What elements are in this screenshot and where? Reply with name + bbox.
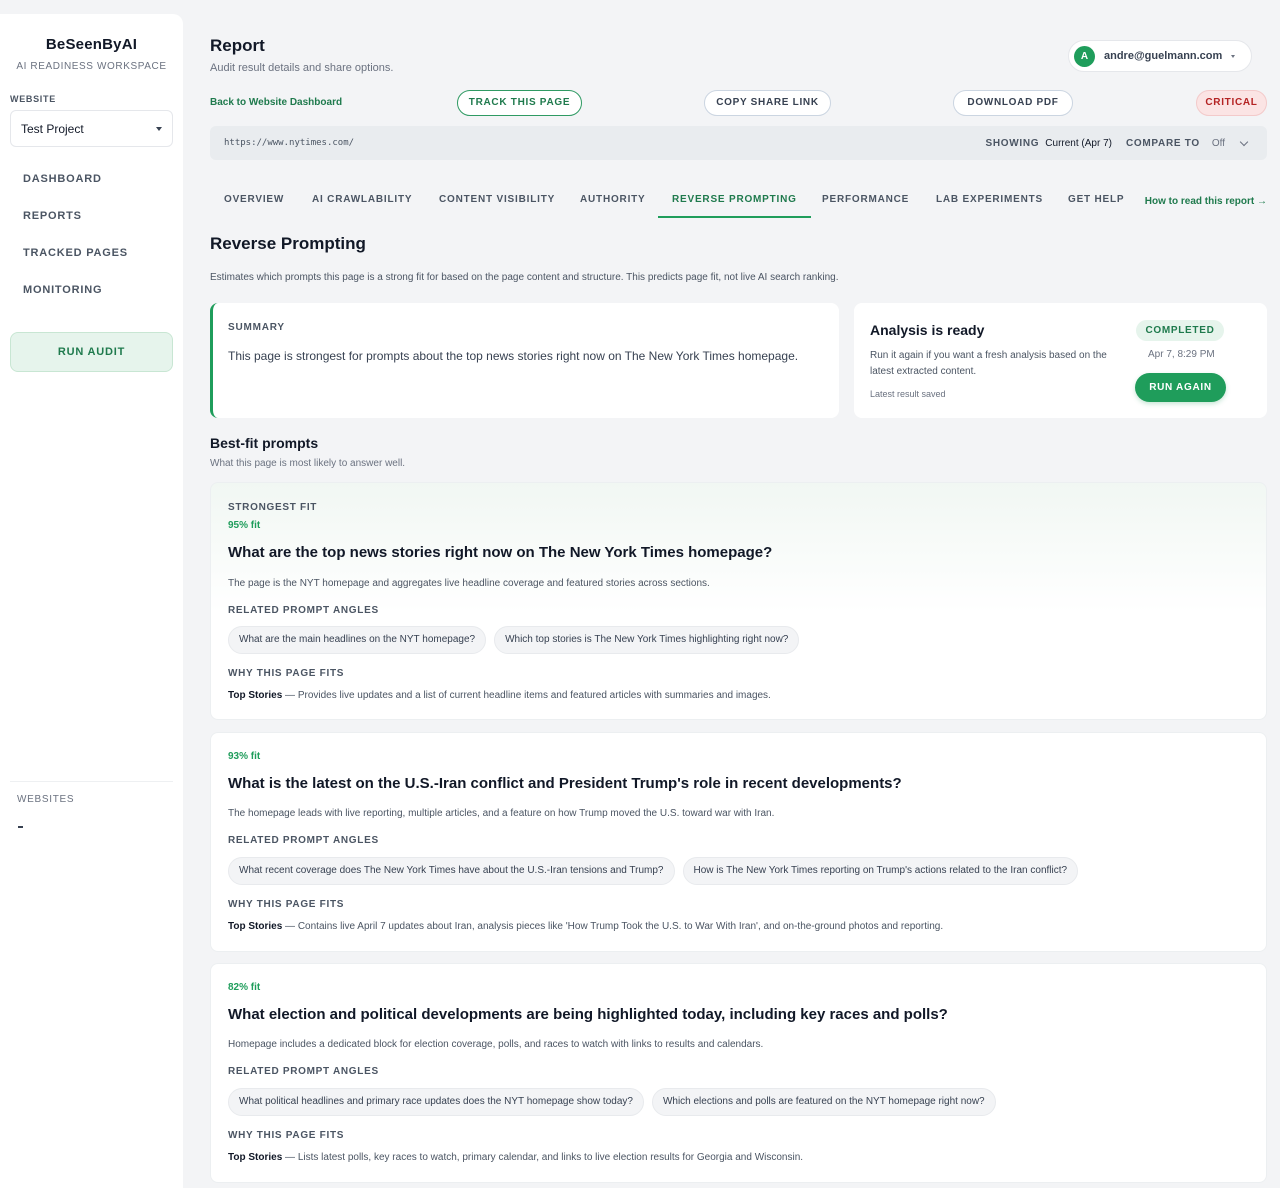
why-reason: — Contains live April 7 updates about Ir… bbox=[282, 921, 944, 932]
why-fits-label: WHY THIS PAGE FITS bbox=[228, 668, 345, 679]
why-fits-text: Top Stories — Lists latest polls, key ra… bbox=[228, 1152, 803, 1163]
summary-text: This page is strongest for prompts about… bbox=[228, 349, 799, 363]
websites-label: WEBSITES bbox=[17, 794, 75, 805]
chevron-down-icon bbox=[1239, 137, 1249, 146]
project-select-value: Test Project bbox=[21, 121, 84, 136]
prompt-description: The homepage leads with live reporting, … bbox=[228, 808, 775, 819]
prompt-card: 93% fit What is the latest on the U.S.-I… bbox=[210, 732, 1267, 952]
tab-authority[interactable]: AUTHORITY bbox=[566, 186, 660, 218]
chevron-down-icon bbox=[1231, 54, 1236, 58]
version-controls: SHOWING Current (Apr 7) COMPARE TO Off bbox=[985, 137, 1254, 149]
prompt-description: The page is the NYT homepage and aggrega… bbox=[228, 578, 710, 589]
prompt-card: 82% fit What election and political deve… bbox=[210, 963, 1267, 1183]
sidebar-item-tracked-pages[interactable]: TRACKED PAGES bbox=[0, 235, 183, 272]
run-again-button[interactable]: RUN AGAIN bbox=[1135, 373, 1226, 402]
websites-list-indicator bbox=[18, 826, 23, 828]
why-reason: — Lists latest polls, key races to watch… bbox=[282, 1152, 804, 1163]
section-description: Estimates which prompts this page is a s… bbox=[210, 272, 839, 283]
section-title: Reverse Prompting bbox=[210, 234, 366, 253]
tab-lab-experiments[interactable]: LAB EXPERIMENTS bbox=[922, 186, 1057, 218]
fit-score: 82% fit bbox=[228, 982, 261, 993]
status-body: Run it again if you want a fresh analysi… bbox=[870, 350, 1107, 377]
fit-score: 95% fit bbox=[228, 520, 261, 531]
tab-ai-crawlability[interactable]: AI CRAWLABILITY bbox=[298, 186, 426, 218]
tab-content-visibility[interactable]: CONTENT VISIBILITY bbox=[425, 186, 569, 218]
compare-select-value: Off bbox=[1211, 137, 1225, 149]
tab-performance[interactable]: PERFORMANCE bbox=[808, 186, 923, 218]
run-audit-button[interactable]: RUN AUDIT bbox=[10, 332, 173, 372]
prompt-angle-chip[interactable]: How is The New York Times reporting on T… bbox=[682, 857, 1079, 885]
status-badge: CRITICAL bbox=[1196, 90, 1267, 116]
status-title: Analysis is ready bbox=[870, 322, 985, 338]
prompt-question: What is the latest on the U.S.-Iran conf… bbox=[228, 775, 902, 792]
why-section-name: Top Stories bbox=[228, 1152, 283, 1163]
sidebar: BeSeenByAI AI READINESS WORKSPACE WEBSIT… bbox=[0, 14, 183, 1188]
best-fit-title: Best-fit prompts bbox=[210, 435, 319, 451]
status-timestamp: Apr 7, 8:29 PM bbox=[1148, 349, 1215, 360]
showing-value[interactable]: Current (Apr 7) bbox=[1045, 138, 1112, 149]
status-saved-note: Latest result saved bbox=[870, 389, 946, 399]
compare-select[interactable]: Off bbox=[1206, 137, 1253, 149]
prompt-question: What election and political developments… bbox=[228, 1006, 948, 1023]
brand-subtitle: AI READINESS WORKSPACE bbox=[16, 61, 167, 72]
summary-card: SUMMARY This page is strongest for promp… bbox=[210, 303, 839, 418]
page-title: Report bbox=[210, 36, 265, 55]
why-fits-label: WHY THIS PAGE FITS bbox=[228, 899, 345, 910]
track-page-button[interactable]: TRACK THIS PAGE bbox=[457, 90, 582, 116]
sidebar-item-reports[interactable]: REPORTS bbox=[0, 198, 183, 235]
analysis-status-card: Analysis is ready Run it again if you wa… bbox=[854, 303, 1267, 418]
completed-badge: COMPLETED bbox=[1136, 320, 1224, 341]
compare-label: COMPARE TO bbox=[1125, 137, 1200, 149]
why-fits-label: WHY THIS PAGE FITS bbox=[228, 1130, 345, 1141]
sidebar-nav: DASHBOARD REPORTS TRACKED PAGES MONITORI… bbox=[0, 161, 183, 309]
audited-url: https://www.nytimes.com/ bbox=[224, 138, 355, 148]
prompt-card: STRONGEST FIT 95% fit What are the top n… bbox=[210, 482, 1267, 720]
prompt-question: What are the top news stories right now … bbox=[228, 544, 773, 561]
sidebar-item-dashboard[interactable]: DASHBOARD bbox=[0, 161, 183, 198]
related-angles-label: RELATED PROMPT ANGLES bbox=[228, 835, 379, 846]
fit-score: 93% fit bbox=[228, 751, 261, 762]
related-angles: What recent coverage does The New York T… bbox=[228, 857, 1079, 885]
why-reason: — Provides live updates and a list of cu… bbox=[282, 690, 771, 701]
back-to-dashboard-link[interactable]: Back to Website Dashboard bbox=[210, 97, 342, 108]
related-angles: What political headlines and primary rac… bbox=[228, 1088, 996, 1116]
why-fits-text: Top Stories — Provides live updates and … bbox=[228, 690, 771, 701]
brand-logo[interactable]: BeSeenByAI bbox=[0, 36, 183, 53]
prompt-angle-chip[interactable]: What are the main headlines on the NYT h… bbox=[228, 626, 487, 654]
user-menu[interactable]: A andre@guelmann.com bbox=[1068, 40, 1252, 72]
sidebar-item-monitoring[interactable]: MONITORING bbox=[0, 272, 183, 309]
report-tabs: OVERVIEW AI CRAWLABILITY CONTENT VISIBIL… bbox=[210, 186, 1267, 218]
tab-overview[interactable]: OVERVIEW bbox=[210, 186, 298, 218]
page-subtitle: Audit result details and share options. bbox=[210, 62, 394, 74]
showing-label: SHOWING bbox=[985, 137, 1040, 149]
related-angles-label: RELATED PROMPT ANGLES bbox=[228, 605, 379, 616]
why-section-name: Top Stories bbox=[228, 921, 283, 932]
url-bar: https://www.nytimes.com/ SHOWING Current… bbox=[210, 126, 1267, 160]
strongest-fit-label: STRONGEST FIT bbox=[228, 502, 318, 513]
summary-label: SUMMARY bbox=[228, 322, 285, 333]
prompt-description: Homepage includes a dedicated block for … bbox=[228, 1039, 764, 1050]
main-content: Report Audit result details and share op… bbox=[183, 14, 1280, 1188]
why-fits-text: Top Stories — Contains live April 7 upda… bbox=[228, 921, 943, 932]
copy-share-link-button[interactable]: COPY SHARE LINK bbox=[704, 90, 831, 116]
tab-get-help[interactable]: GET HELP bbox=[1054, 186, 1138, 218]
prompt-angle-chip[interactable]: What recent coverage does The New York T… bbox=[228, 857, 675, 885]
best-fit-subtitle: What this page is most likely to answer … bbox=[210, 458, 406, 469]
prompt-angle-chip[interactable]: Which elections and polls are featured o… bbox=[651, 1088, 996, 1116]
related-angles: What are the main headlines on the NYT h… bbox=[228, 626, 800, 654]
download-pdf-button[interactable]: DOWNLOAD PDF bbox=[953, 90, 1073, 116]
how-to-read-link[interactable]: How to read this report → bbox=[1145, 196, 1267, 207]
sidebar-divider bbox=[10, 781, 173, 782]
project-select[interactable]: Test Project bbox=[10, 110, 173, 147]
user-email: andre@guelmann.com bbox=[1104, 50, 1223, 62]
avatar: A bbox=[1074, 45, 1095, 67]
why-section-name: Top Stories bbox=[228, 690, 283, 701]
related-angles-label: RELATED PROMPT ANGLES bbox=[228, 1066, 379, 1077]
website-label: WEBSITE bbox=[10, 94, 56, 104]
tab-reverse-prompting[interactable]: REVERSE PROMPTING bbox=[658, 186, 811, 218]
prompt-angle-chip[interactable]: Which top stories is The New York Times … bbox=[494, 626, 800, 654]
chevron-down-icon bbox=[156, 126, 162, 131]
prompt-angle-chip[interactable]: What political headlines and primary rac… bbox=[228, 1088, 644, 1116]
